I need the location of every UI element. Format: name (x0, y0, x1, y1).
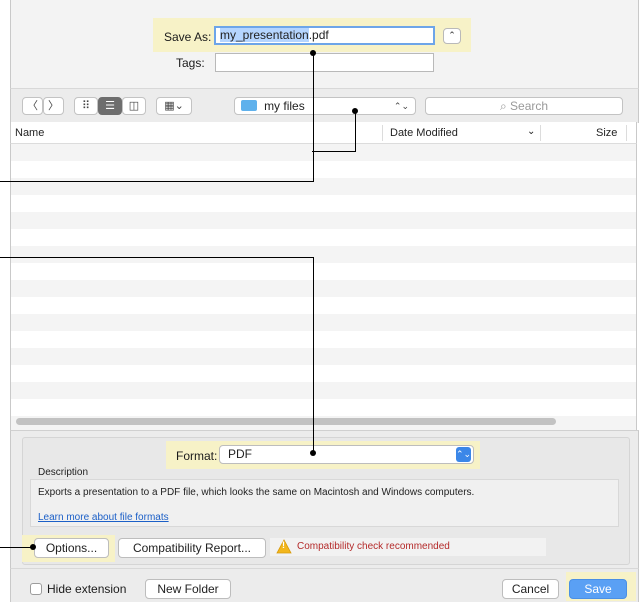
chevron-updown-icon: ⌃⌄ (393, 101, 409, 111)
callout-dot-filename (310, 50, 316, 56)
callout-dot-location (352, 108, 358, 114)
location-label: my files (264, 99, 305, 113)
callout-line-filename (0, 181, 314, 182)
file-list-header: Name Date Modified ⌄ Size (10, 122, 637, 144)
sort-chevron-icon: ⌄ (527, 126, 536, 137)
learn-more-link[interactable]: Learn more about file formats (38, 512, 169, 523)
callout-line-location (355, 111, 356, 152)
collapse-dialog-button[interactable]: ⌃ (443, 28, 461, 44)
description-text: Exports a presentation to a PDF file, wh… (38, 487, 475, 498)
filename-selected-text: my_presentation (220, 28, 309, 42)
column-header-size[interactable]: Size (596, 127, 617, 139)
new-folder-button[interactable]: New Folder (145, 579, 231, 599)
chevron-right-icon: 〉 (48, 100, 59, 112)
tags-field[interactable] (215, 53, 434, 72)
callout-dot-options (30, 544, 36, 550)
save-as-label: Save As: (164, 30, 212, 44)
column-separator (382, 125, 383, 141)
icon-view-button[interactable]: ⠿ (74, 97, 98, 115)
cancel-button[interactable]: Cancel (502, 579, 559, 599)
chevron-left-icon: 〈 (27, 100, 38, 112)
forward-button[interactable]: 〉 (43, 97, 64, 115)
back-button[interactable]: 〈 (22, 97, 43, 115)
folder-icon (241, 100, 257, 111)
callout-line-format (313, 257, 314, 453)
location-popup[interactable]: my files ⌃⌄ (234, 97, 416, 115)
callout-line-format (0, 257, 314, 258)
description-title: Description (38, 467, 89, 478)
filename-field[interactable]: my_presentation.pdf (214, 26, 435, 45)
callout-dot-format (310, 450, 316, 456)
grid-icon: ⠿ (81, 100, 91, 112)
filename-extension: .pdf (308, 28, 329, 42)
format-label: Format: (176, 449, 218, 463)
save-button[interactable]: Save (569, 579, 627, 599)
callout-line-options (0, 547, 34, 548)
chevron-updown-icon: ⌃⌄ (456, 447, 471, 462)
compatibility-warning-text: Compatibility check recommended (297, 541, 450, 552)
format-value: PDF (228, 447, 252, 461)
warning-glyph: ! (282, 540, 285, 550)
column-view-button[interactable]: ◫ (122, 97, 146, 115)
hide-extension-label: Hide extension (47, 582, 127, 596)
column-separator (626, 125, 627, 141)
column-header-name[interactable]: Name (15, 127, 44, 139)
horizontal-scrollbar[interactable] (16, 418, 556, 425)
hide-extension-checkbox[interactable] (30, 583, 42, 595)
gallery-icon: ▦⌄ (164, 100, 184, 112)
file-list[interactable] (10, 144, 637, 430)
callout-line-location (312, 151, 356, 152)
search-placeholder: Search (510, 99, 549, 113)
columns-icon: ◫ (128, 100, 140, 112)
column-separator (540, 125, 541, 141)
options-button[interactable]: Options... (34, 538, 109, 558)
compatibility-report-button[interactable]: Compatibility Report... (118, 538, 266, 558)
search-icon: ⌕ (499, 99, 507, 113)
chevron-up-icon: ⌃ (448, 30, 456, 40)
search-field[interactable]: ⌕ Search (425, 97, 623, 115)
tags-label: Tags: (176, 56, 205, 70)
gallery-view-button[interactable]: ▦⌄ (156, 97, 192, 115)
format-popup[interactable]: PDF ⌃⌄ (219, 445, 474, 464)
compatibility-warning: ! Compatibility check recommended (270, 538, 546, 556)
list-view-button[interactable]: ☰ (98, 97, 122, 115)
list-icon: ☰ (105, 100, 115, 112)
callout-line-filename (313, 53, 314, 182)
column-header-date-modified[interactable]: Date Modified (390, 127, 458, 139)
